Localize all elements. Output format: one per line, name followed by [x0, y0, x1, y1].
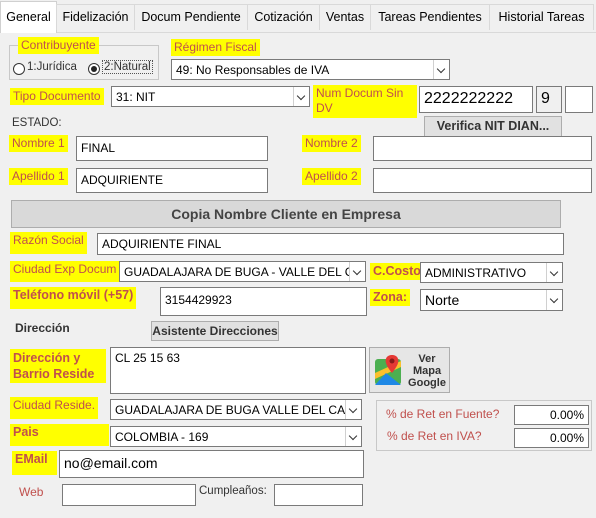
- email-input[interactable]: no@email.com: [59, 450, 364, 478]
- tab-cotizacion[interactable]: Cotización: [247, 4, 320, 30]
- chevron-down-icon: [546, 263, 562, 282]
- apellido2-input[interactable]: [373, 168, 592, 193]
- nombre2-input[interactable]: [373, 136, 592, 161]
- apellido1-input[interactable]: ADQUIRIENTE: [76, 168, 268, 193]
- chevron-down-icon: [345, 400, 361, 419]
- direccion-barrio-input[interactable]: CL 25 15 63: [110, 347, 366, 394]
- tab-fidelizacion[interactable]: Fidelización: [56, 4, 135, 30]
- google-maps-icon: [375, 355, 401, 385]
- tab-bar: General Fidelización Docum Pendiente Cot…: [0, 0, 596, 33]
- telefono-label: Teléfono móvil (+57): [10, 287, 137, 309]
- zona-label: Zona:: [370, 289, 411, 306]
- tab-ventas[interactable]: Ventas: [319, 4, 371, 30]
- regimen-label: Régimen Fiscal: [171, 39, 260, 56]
- ret-fuente-label: % de Ret en Fuente?: [386, 407, 500, 421]
- extra-field[interactable]: [565, 86, 593, 113]
- ret-iva-label: % de Ret en IVA?: [387, 429, 482, 443]
- mapa-line2: Mapa: [412, 365, 442, 377]
- direccion-title: Dirección: [15, 321, 70, 335]
- apellido2-label: Apellido 2: [302, 168, 361, 185]
- chevron-down-icon: [433, 60, 449, 79]
- ccosto-label: C.Costo: [370, 263, 424, 280]
- apellido1-label: Apellido 1: [9, 168, 68, 185]
- tab-tareas-pendientes[interactable]: Tareas Pendientes: [370, 4, 490, 30]
- tipo-doc-select[interactable]: 31: NIT: [111, 86, 310, 107]
- ciudad-exp-select[interactable]: GUADALAJARA DE BUGA - VALLE DEL CAUCA: [119, 261, 366, 282]
- tab-general[interactable]: General: [0, 1, 57, 33]
- tipo-doc-value: 31: NIT: [116, 90, 156, 104]
- web-label: Web: [19, 485, 44, 499]
- estado-label: ESTADO:: [12, 117, 62, 129]
- ciudad-exp-value: GUADALAJARA DE BUGA - VALLE DEL CAUCA: [124, 265, 366, 279]
- email-label: EMail: [12, 451, 57, 475]
- ciudad-reside-select[interactable]: GUADALAJARA DE BUGA VALLE DEL CAUCA: [110, 399, 362, 420]
- web-input[interactable]: [62, 484, 196, 506]
- num-doc-label: Num Docum Sin DV: [313, 85, 417, 118]
- radio-natural-label: 2:Natural: [102, 60, 153, 74]
- pais-value: COLOMBIA - 169: [115, 430, 209, 444]
- nombre1-input[interactable]: FINAL: [76, 136, 268, 161]
- verifica-nit-button[interactable]: Verifica NIT DIAN...: [424, 116, 562, 137]
- ret-iva-input[interactable]: 0.00%: [514, 428, 589, 448]
- radio-juridica[interactable]: [13, 63, 25, 75]
- tab-historial-tareas[interactable]: Historial Tareas: [489, 4, 594, 30]
- cumpleanos-input[interactable]: [274, 484, 363, 506]
- ciudad-exp-label: Ciudad Exp Docum: [10, 261, 120, 282]
- pais-label: Pais: [10, 424, 109, 446]
- radio-natural[interactable]: [88, 63, 100, 75]
- razon-social-input[interactable]: ADQUIRIENTE FINAL: [97, 233, 564, 255]
- pais-select[interactable]: COLOMBIA - 169: [110, 426, 362, 447]
- num-doc-input[interactable]: 2222222222: [419, 86, 533, 113]
- chevron-down-icon: [349, 262, 365, 281]
- tipo-doc-label: Tipo Documento: [10, 88, 104, 105]
- razon-social-label: Razón Social: [10, 232, 87, 254]
- mapa-line3: Google: [408, 377, 446, 389]
- zona-select[interactable]: Norte: [420, 289, 563, 311]
- ccosto-value: ADMINISTRATIVO: [425, 266, 527, 280]
- ver-mapa-google-button[interactable]: Ver Mapa Google: [369, 347, 450, 393]
- chevron-down-icon: [293, 87, 309, 106]
- ciudad-reside-label: Ciudad Reside.: [10, 397, 99, 419]
- ver-mapa-text: Ver Mapa Google: [406, 353, 448, 389]
- chevron-down-icon: [546, 290, 562, 310]
- cumpleanos-label: Cumpleaños:: [199, 485, 267, 497]
- direccion-barrio-label: Dirección y Barrio Reside: [10, 349, 106, 383]
- regimen-select[interactable]: 49: No Responsables de IVA: [171, 59, 450, 80]
- zona-value: Norte: [425, 292, 460, 308]
- contribuyente-label: Contribuyente: [18, 37, 99, 54]
- nombre2-label: Nombre 2: [302, 135, 361, 152]
- regimen-value: 49: No Responsables de IVA: [176, 63, 330, 77]
- general-panel: Contribuyente 1:Jurídica 2:Natural Régim…: [0, 33, 596, 518]
- telefono-input[interactable]: 3154429923: [160, 287, 367, 316]
- ret-fuente-input[interactable]: 0.00%: [514, 405, 589, 425]
- ciudad-reside-value: GUADALAJARA DE BUGA VALLE DEL CAUCA: [115, 403, 362, 417]
- mapa-line1: Ver: [418, 353, 436, 365]
- asistente-direcciones-button[interactable]: Asistente Direcciones: [151, 321, 279, 341]
- nombre1-label: Nombre 1: [9, 135, 68, 152]
- radio-juridica-label: 1:Jurídica: [27, 61, 77, 73]
- tab-docum-pendiente[interactable]: Docum Pendiente: [134, 4, 248, 30]
- chevron-down-icon: [345, 427, 361, 446]
- ccosto-select[interactable]: ADMINISTRATIVO: [420, 262, 563, 283]
- copia-nombre-button[interactable]: Copia Nombre Cliente en Empresa: [11, 200, 561, 228]
- dv-field: 9: [536, 86, 562, 113]
